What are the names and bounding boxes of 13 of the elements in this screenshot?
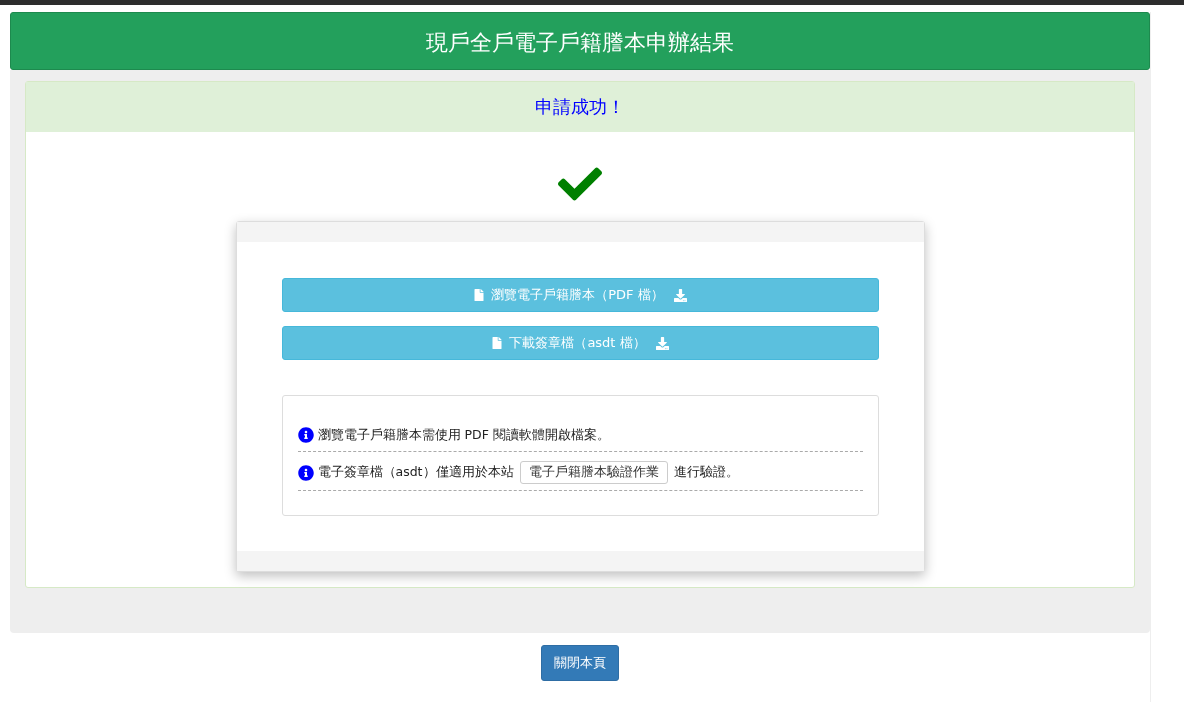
close-page-button[interactable]: 關閉本頁 — [541, 645, 619, 681]
file-icon — [473, 289, 486, 301]
info-icon — [297, 464, 314, 481]
download-icon — [673, 288, 687, 302]
file-icon — [491, 337, 504, 349]
info-icon — [297, 427, 314, 443]
download-icon — [655, 336, 669, 350]
note-text: 電子簽章檔（asdt）僅適用於本站 — [317, 464, 514, 481]
note-text: 進行驗證。 — [673, 464, 739, 481]
success-message: 申請成功！ — [535, 95, 625, 119]
verify-link[interactable]: 電子戶籍謄本驗證作業 — [519, 461, 668, 484]
note-text: 瀏覽電子戶籍謄本需使用 PDF 閱讀軟體開啟檔案。 — [317, 426, 610, 444]
page-title: 現戶全戶電子戶籍謄本申辦結果 — [426, 29, 734, 57]
